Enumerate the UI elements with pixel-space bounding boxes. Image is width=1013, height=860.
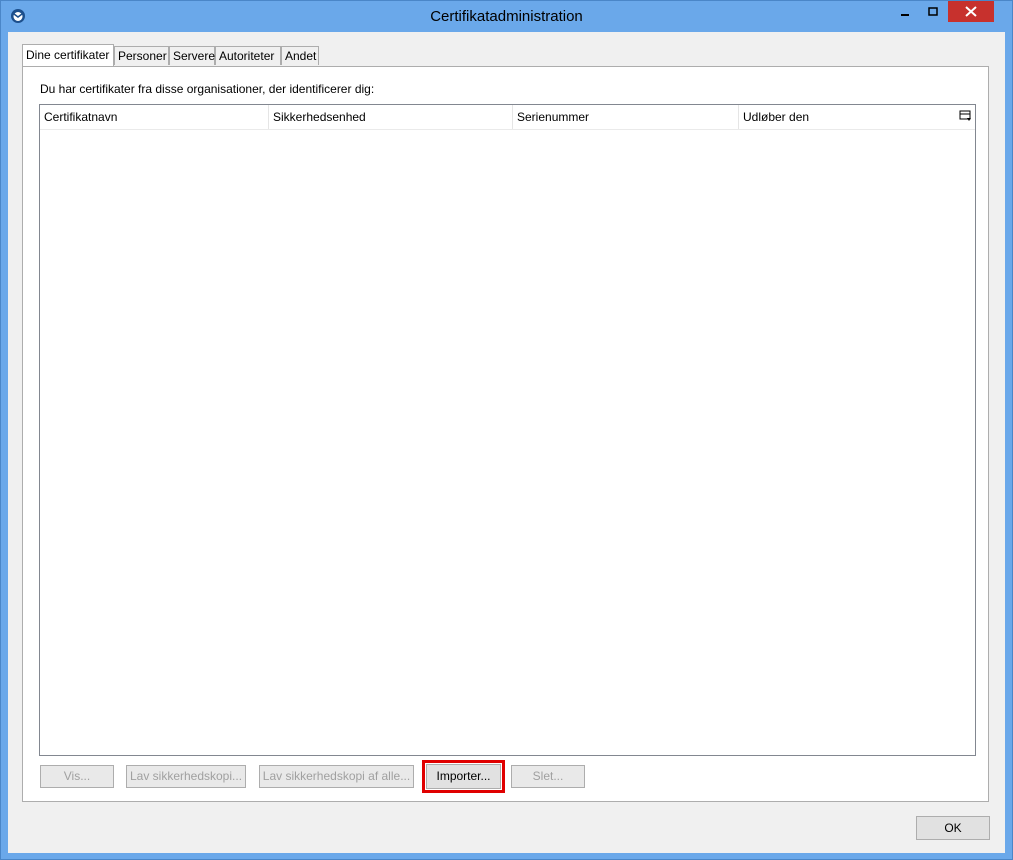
delete-button[interactable]: Slet... — [511, 765, 585, 788]
view-button[interactable]: Vis... — [40, 765, 114, 788]
close-button[interactable] — [948, 1, 994, 22]
tree-header: Certifikatnavn Sikkerhedsenhed Serienumm… — [40, 105, 975, 130]
view-button-label: Vis... — [63, 769, 91, 783]
close-icon — [965, 6, 977, 17]
maximize-button[interactable] — [920, 1, 946, 22]
tab-panel: Du har certifikater fra disse organisati… — [22, 66, 989, 802]
column-picker-icon[interactable] — [959, 109, 973, 123]
backup-all-button-label: Lav sikkerhedskopi af alle... — [262, 769, 411, 783]
column-header-security-device[interactable]: Sikkerhedsenhed — [269, 105, 513, 129]
minimize-button[interactable] — [892, 1, 918, 22]
window-title: Certifikatadministration — [430, 8, 583, 25]
backup-button[interactable]: Lav sikkerhedskopi... — [126, 765, 246, 788]
ok-button[interactable]: OK — [916, 816, 990, 840]
tab-other[interactable]: Andet — [281, 46, 319, 65]
tab-servers[interactable]: Servere — [169, 46, 215, 65]
window: Certifikatadministration Dine certifikat… — [0, 0, 1013, 860]
certificate-tree[interactable]: Certifikatnavn Sikkerhedsenhed Serienumm… — [39, 104, 976, 756]
ok-button-label: OK — [944, 821, 962, 835]
maximize-icon — [928, 7, 938, 16]
title-bar[interactable]: Certifikatadministration — [1, 1, 1012, 32]
backup-button-label: Lav sikkerhedskopi... — [129, 769, 243, 783]
backup-all-button[interactable]: Lav sikkerhedskopi af alle... — [259, 765, 414, 788]
column-header-certificate-name[interactable]: Certifikatnavn — [40, 105, 269, 129]
import-button-highlight — [422, 760, 505, 793]
minimize-icon — [901, 14, 909, 16]
tab-authorities[interactable]: Autoriteter — [215, 46, 281, 65]
panel-description: Du har certifikater fra disse organisati… — [40, 82, 375, 96]
dialog-client: Dine certifikater Personer Servere Autor… — [8, 32, 1005, 853]
tab-your-certificates[interactable]: Dine certifikater — [22, 44, 114, 66]
delete-button-label: Slet... — [532, 769, 564, 783]
column-header-serial-number[interactable]: Serienummer — [513, 105, 739, 129]
tab-people[interactable]: Personer — [114, 46, 169, 65]
column-header-expires[interactable]: Udløber den — [739, 105, 959, 129]
